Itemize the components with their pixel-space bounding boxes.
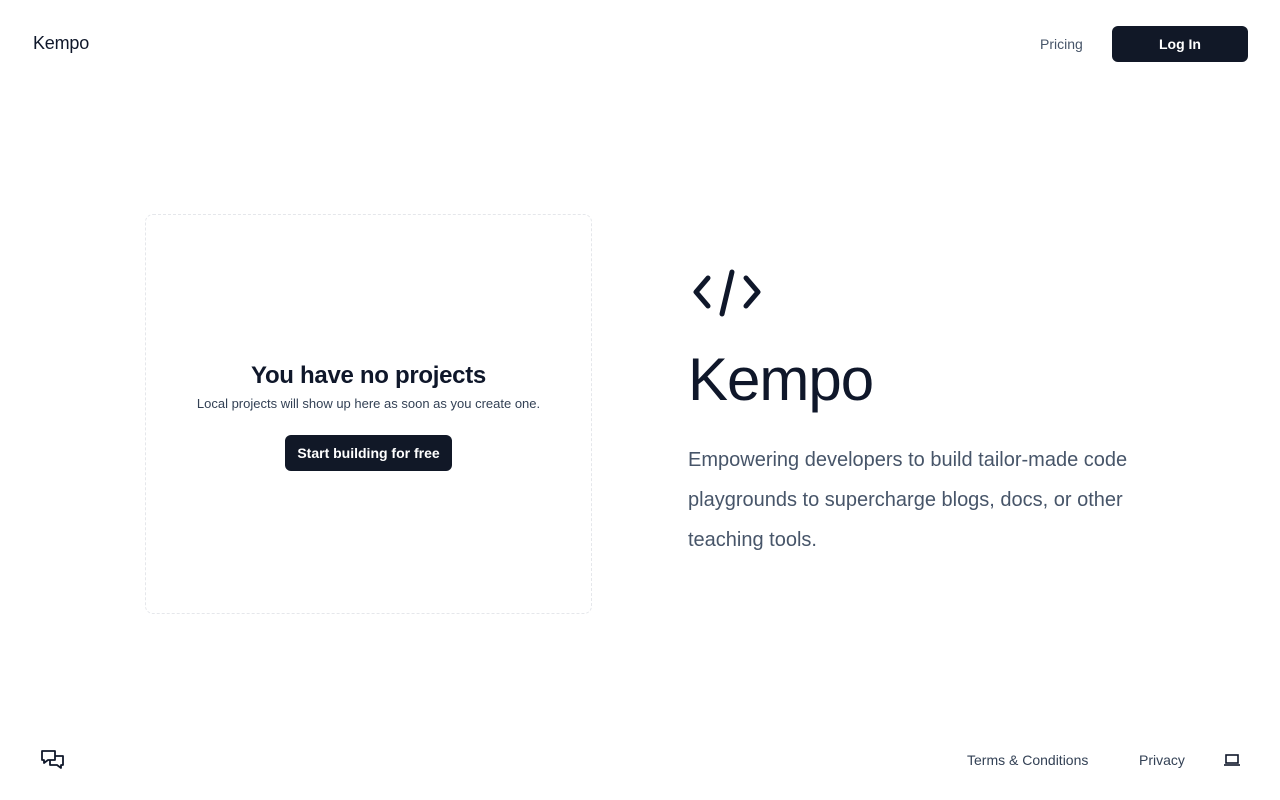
- laptop-icon[interactable]: [1224, 753, 1240, 767]
- brand-logo[interactable]: Kempo: [33, 33, 89, 54]
- empty-state-subtitle: Local projects will show up here as soon…: [196, 395, 541, 411]
- pricing-link[interactable]: Pricing: [1040, 36, 1083, 52]
- page: Kempo Pricing Log In You have no project…: [0, 0, 1280, 800]
- top-nav: Kempo Pricing Log In: [0, 0, 1280, 88]
- empty-state-title: You have no projects: [251, 361, 486, 389]
- code-brackets-icon: [692, 266, 764, 320]
- login-button[interactable]: Log In: [1112, 26, 1248, 62]
- privacy-link[interactable]: Privacy: [1139, 752, 1185, 768]
- chat-bubbles-icon[interactable]: [40, 748, 66, 772]
- hero-title: Kempo: [688, 346, 874, 413]
- terms-link[interactable]: Terms & Conditions: [967, 752, 1088, 768]
- hero-description: Empowering developers to build tailor-ma…: [688, 449, 1128, 551]
- start-building-button[interactable]: Start building for free: [285, 434, 452, 471]
- empty-projects-card: You have no projects Local projects will…: [145, 214, 592, 614]
